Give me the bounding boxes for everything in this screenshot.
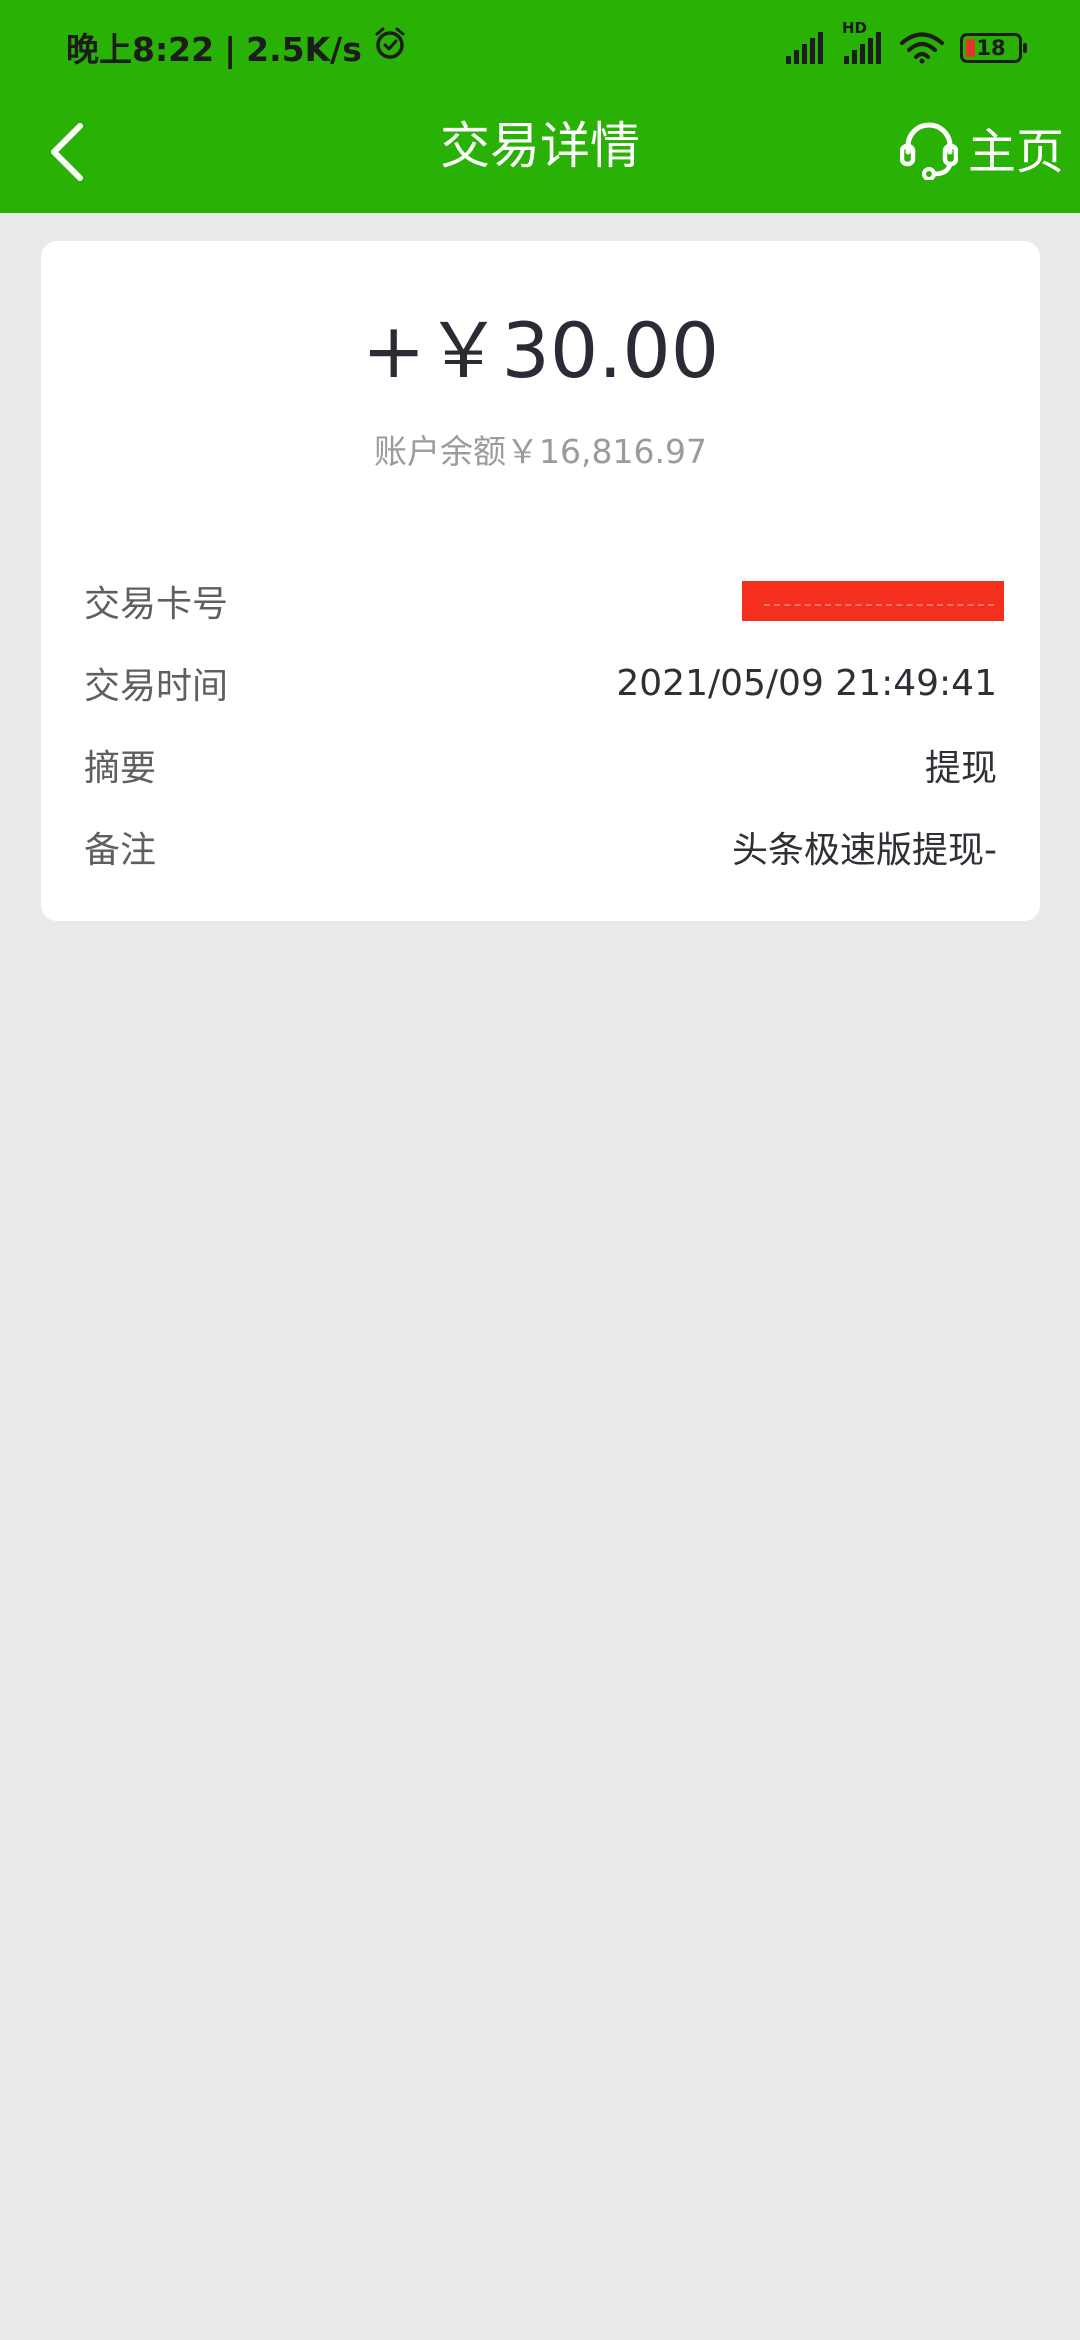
account-balance: 账户余额￥16,816.97 [374, 432, 707, 471]
detail-label: 交易卡号 [84, 584, 229, 625]
headset-icon [899, 122, 959, 181]
detail-row-card-number: 交易卡号 [84, 569, 1004, 633]
battery-icon: 18 [960, 33, 1027, 63]
network-speed: 2.5K/s [246, 29, 362, 69]
cell-signal-icon [784, 32, 826, 64]
status-left: 晚上8:22 | 2.5K/s [66, 26, 408, 73]
detail-value: 头条极速版提现- [732, 830, 997, 871]
detail-value: 2021/05/09 21:49:41 [616, 662, 997, 704]
cell-signal-hd-icon: HD [842, 20, 884, 64]
app-header: 晚上8:22 | 2.5K/s HD 18 交易详情 主页 [0, 0, 1080, 213]
nav-bar: 交易详情 主页 [0, 90, 1080, 213]
transaction-detail-screen: 晚上8:22 | 2.5K/s HD 18 交易详情 主页 +￥30.00 账户… [0, 0, 1080, 2340]
detail-value: 提现 [924, 748, 997, 789]
detail-label: 摘要 [84, 748, 157, 789]
wifi-icon [900, 32, 944, 64]
status-separator: | [224, 29, 237, 69]
redacted-card-number [742, 581, 1004, 621]
detail-row-remark: 备注 头条极速版提现- [84, 815, 997, 879]
detail-row-summary: 摘要 提现 [84, 733, 997, 797]
transaction-card: +￥30.00 账户余额￥16,816.97 交易卡号 交易时间 2021/05… [41, 241, 1040, 921]
alarm-clock-icon [372, 26, 408, 73]
detail-label: 交易时间 [84, 666, 229, 707]
nav-right-actions: 主页 [899, 112, 1064, 192]
status-time: 晚上8:22 [66, 29, 215, 69]
home-link[interactable]: 主页 [968, 112, 1064, 192]
transaction-amount: +￥30.00 [361, 306, 720, 395]
status-bar: 晚上8:22 | 2.5K/s HD 18 [0, 0, 1080, 90]
battery-level: 18 [976, 36, 1006, 60]
detail-label: 备注 [84, 830, 157, 871]
customer-service-button[interactable] [899, 120, 959, 184]
back-button[interactable] [28, 112, 108, 192]
status-right: HD 18 [784, 20, 1027, 70]
detail-row-time: 交易时间 2021/05/09 21:49:41 [84, 651, 997, 715]
hd-label: HD [842, 19, 868, 37]
chevron-left-icon [51, 123, 83, 181]
